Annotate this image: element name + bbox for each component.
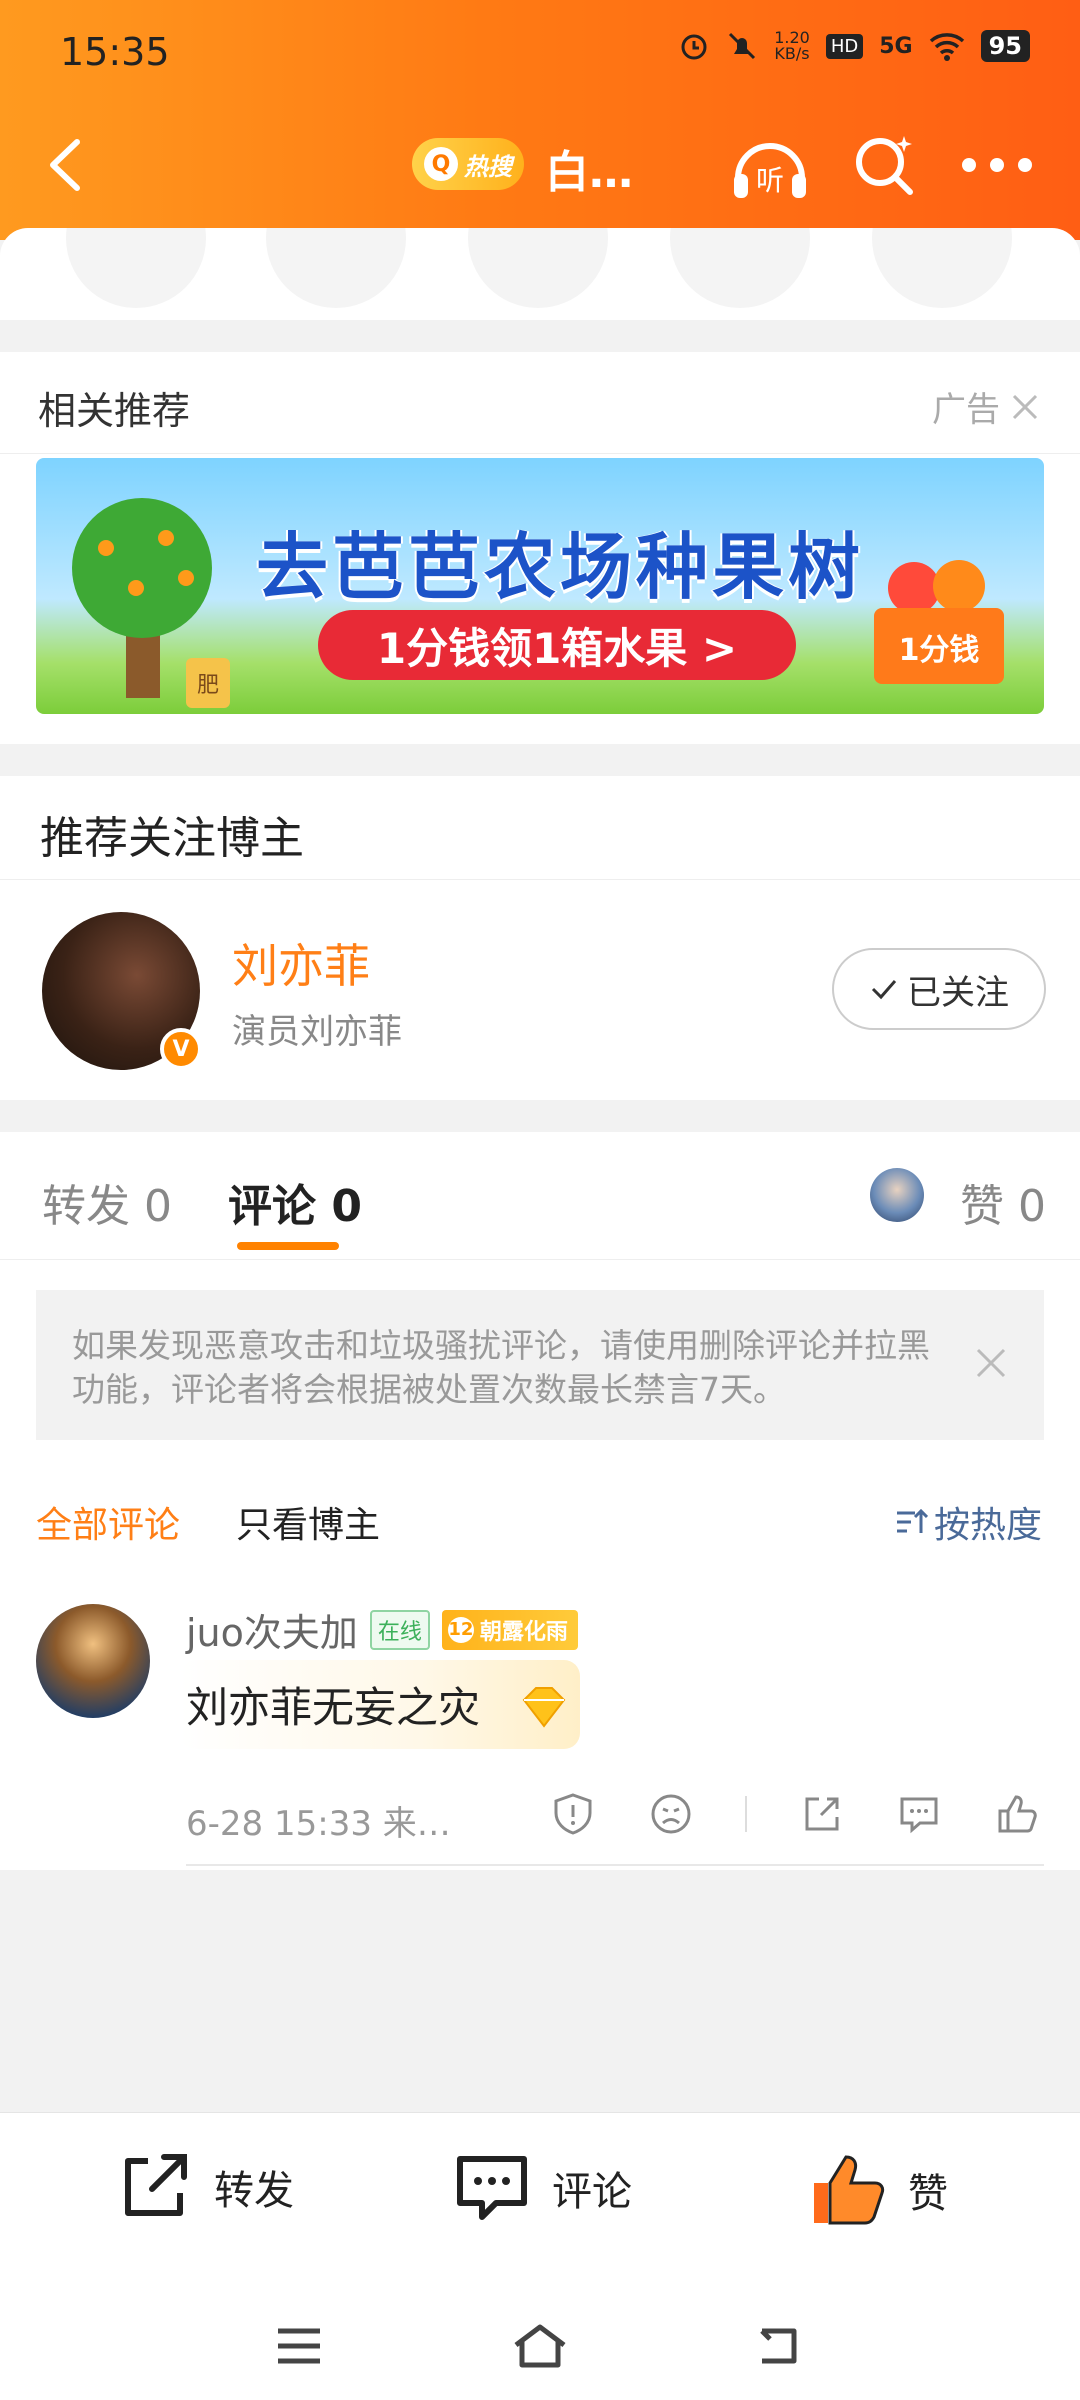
- actions-divider: [745, 1796, 748, 1832]
- mute-icon: [729, 32, 756, 60]
- share-option-2[interactable]: [266, 228, 406, 308]
- banner-title: 去芭芭农场种果树: [256, 525, 865, 609]
- share-option-5[interactable]: [872, 228, 1012, 308]
- thumbs-up-icon: [814, 2155, 885, 2225]
- banner-cta[interactable]: 1分钱领1箱水果 >: [318, 610, 796, 680]
- comment-text: 刘亦菲无妄之灾: [186, 1683, 481, 1732]
- tab-repost[interactable]: 转发 0: [42, 1170, 172, 1234]
- comment-user-row: juo次夫加 在线 12 朝露化雨: [186, 1602, 578, 1657]
- fan-level-number: 12: [447, 1616, 474, 1643]
- recommend-title: 相关推荐: [38, 389, 191, 433]
- ad-banner-section: 肥 去芭芭农场种果树 1分钱领1箱水果 > 1分钱: [0, 454, 1080, 744]
- blogger-desc: 演员刘亦菲: [232, 1012, 402, 1052]
- home-icon[interactable]: [510, 2321, 570, 2371]
- header: 15:35 1.20 KB/s HD 5G 95 Q 热搜 白… 听: [0, 0, 1080, 240]
- tab-comment[interactable]: 评论 0: [228, 1170, 362, 1234]
- notice-text: 如果发现恶意攻击和垃圾骚扰评论，请使用删除评论并拉黑功能，评论者将会根据被处置次…: [72, 1326, 930, 1409]
- filter-all-comments[interactable]: 全部评论: [36, 1505, 180, 1546]
- bottom-like-label: 赞: [908, 2171, 948, 2217]
- fruit-box-illustration: 1分钱: [874, 560, 1004, 684]
- close-icon[interactable]: [1010, 392, 1040, 422]
- report-icon[interactable]: [550, 1791, 596, 1837]
- battery-level: 95: [980, 30, 1030, 62]
- like-icon[interactable]: [994, 1791, 1040, 1837]
- bottom-comment-label: 评论: [552, 2169, 632, 2215]
- alarm-icon: [681, 34, 707, 60]
- svg-text:肥: 肥: [197, 673, 219, 698]
- gem-icon: [522, 1687, 566, 1728]
- back-icon[interactable]: [35, 130, 95, 200]
- comment-icon: [457, 2156, 527, 2220]
- share-option-4[interactable]: [670, 228, 810, 308]
- menu-icon[interactable]: [274, 2325, 324, 2367]
- reply-icon[interactable]: [896, 1791, 942, 1837]
- share-option-3[interactable]: [468, 228, 608, 308]
- commenter-avatar[interactable]: [36, 1604, 150, 1718]
- svg-text:听: 听: [756, 164, 784, 197]
- share-option-1[interactable]: [66, 228, 206, 308]
- network-type: 5G: [879, 33, 913, 59]
- system-nav-bar: [0, 2303, 1080, 2393]
- repost-icon: [125, 2154, 187, 2216]
- comment-text-bubble[interactable]: 刘亦菲无妄之灾: [180, 1660, 581, 1749]
- sort-by-hot[interactable]: 按热度: [894, 1496, 1042, 1548]
- more-icon[interactable]: [962, 152, 1032, 178]
- verified-badge-icon: V: [160, 1028, 202, 1070]
- nav-title[interactable]: 白…: [545, 136, 633, 200]
- share-row: [0, 228, 1080, 320]
- dislike-face-icon[interactable]: [648, 1791, 694, 1837]
- status-time: 15:35: [60, 30, 170, 74]
- hot-search-icon: Q: [424, 147, 458, 181]
- ad-banner[interactable]: 肥 去芭芭农场种果树 1分钱领1箱水果 > 1分钱: [36, 458, 1044, 714]
- check-icon: [871, 980, 897, 1000]
- wifi-icon: [929, 33, 964, 61]
- liker-avatar[interactable]: [870, 1168, 924, 1222]
- close-notice-icon[interactable]: [974, 1346, 1008, 1380]
- ad-label: 广告: [932, 390, 1000, 430]
- fan-level-title: 朝露化雨: [479, 1619, 568, 1645]
- commenter-name[interactable]: juo次夫加: [186, 1602, 358, 1657]
- follow-header: 推荐关注博主: [0, 776, 1080, 880]
- search-icon[interactable]: [850, 130, 920, 200]
- tab-like[interactable]: 赞 0: [960, 1170, 1046, 1234]
- sort-icon: [896, 1508, 928, 1533]
- listen-icon[interactable]: 听: [728, 128, 812, 204]
- filter-author-only[interactable]: 只看博主: [236, 1496, 380, 1548]
- followed-button[interactable]: 已关注: [832, 948, 1046, 1030]
- follow-card[interactable]: V 刘亦菲 演员刘亦菲 已关注: [0, 880, 1080, 1100]
- comment-filters: 全部评论 只看博主: [36, 1496, 380, 1548]
- comment-meta: 6-28 15:33 来…: [186, 1804, 451, 1844]
- nav-bar: Q 热搜 白… 听: [0, 110, 1080, 220]
- bottom-repost-label: 转发: [214, 2168, 294, 2214]
- net-speed: 1.20 KB/s: [774, 28, 810, 63]
- status-bar: 15:35 1.20 KB/s HD 5G 95: [0, 0, 1080, 110]
- comment-notice: 如果发现恶意攻击和垃圾骚扰评论，请使用删除评论并拉黑功能，评论者将会根据被处置次…: [36, 1290, 1044, 1440]
- bottom-repost-button[interactable]: 转发: [118, 2151, 294, 2223]
- tree-illustration: 肥: [72, 498, 230, 708]
- blogger-name[interactable]: 刘亦菲: [232, 930, 370, 996]
- hot-search-label: 热搜: [464, 152, 512, 181]
- comments-section: 如果发现恶意攻击和垃圾骚扰评论，请使用删除评论并拉黑功能，评论者将会根据被处置次…: [0, 1260, 1080, 1870]
- bottom-comment-button[interactable]: 评论: [452, 2151, 632, 2225]
- sort-label: 按热度: [933, 1505, 1042, 1546]
- hot-search-badge[interactable]: Q 热搜: [412, 138, 524, 190]
- comment-actions: [550, 1784, 1040, 1844]
- interaction-tabs: 转发 0 评论 0 赞 0: [0, 1132, 1080, 1260]
- status-icons: 1.20 KB/s HD 5G 95: [678, 30, 1030, 62]
- comment-divider: [186, 1864, 1044, 1866]
- share-icon[interactable]: [799, 1791, 845, 1837]
- back-nav-icon[interactable]: [752, 2323, 804, 2369]
- bottom-action-bar: 转发 评论 赞: [0, 2112, 1080, 2400]
- svg-text:1分钱: 1分钱: [899, 633, 980, 668]
- ad-close[interactable]: 广告: [932, 382, 1040, 431]
- online-badge: 在线: [369, 1609, 430, 1650]
- hd-badge: HD: [825, 33, 864, 59]
- follow-title: 推荐关注博主: [40, 813, 304, 864]
- bottom-like-button[interactable]: 赞: [808, 2151, 948, 2229]
- fan-level-badge[interactable]: 12 朝露化雨: [441, 1609, 578, 1650]
- recommend-header: 相关推荐 广告: [0, 352, 1080, 454]
- followed-label: 已关注: [907, 972, 1009, 1013]
- tab-active-indicator: [237, 1242, 339, 1250]
